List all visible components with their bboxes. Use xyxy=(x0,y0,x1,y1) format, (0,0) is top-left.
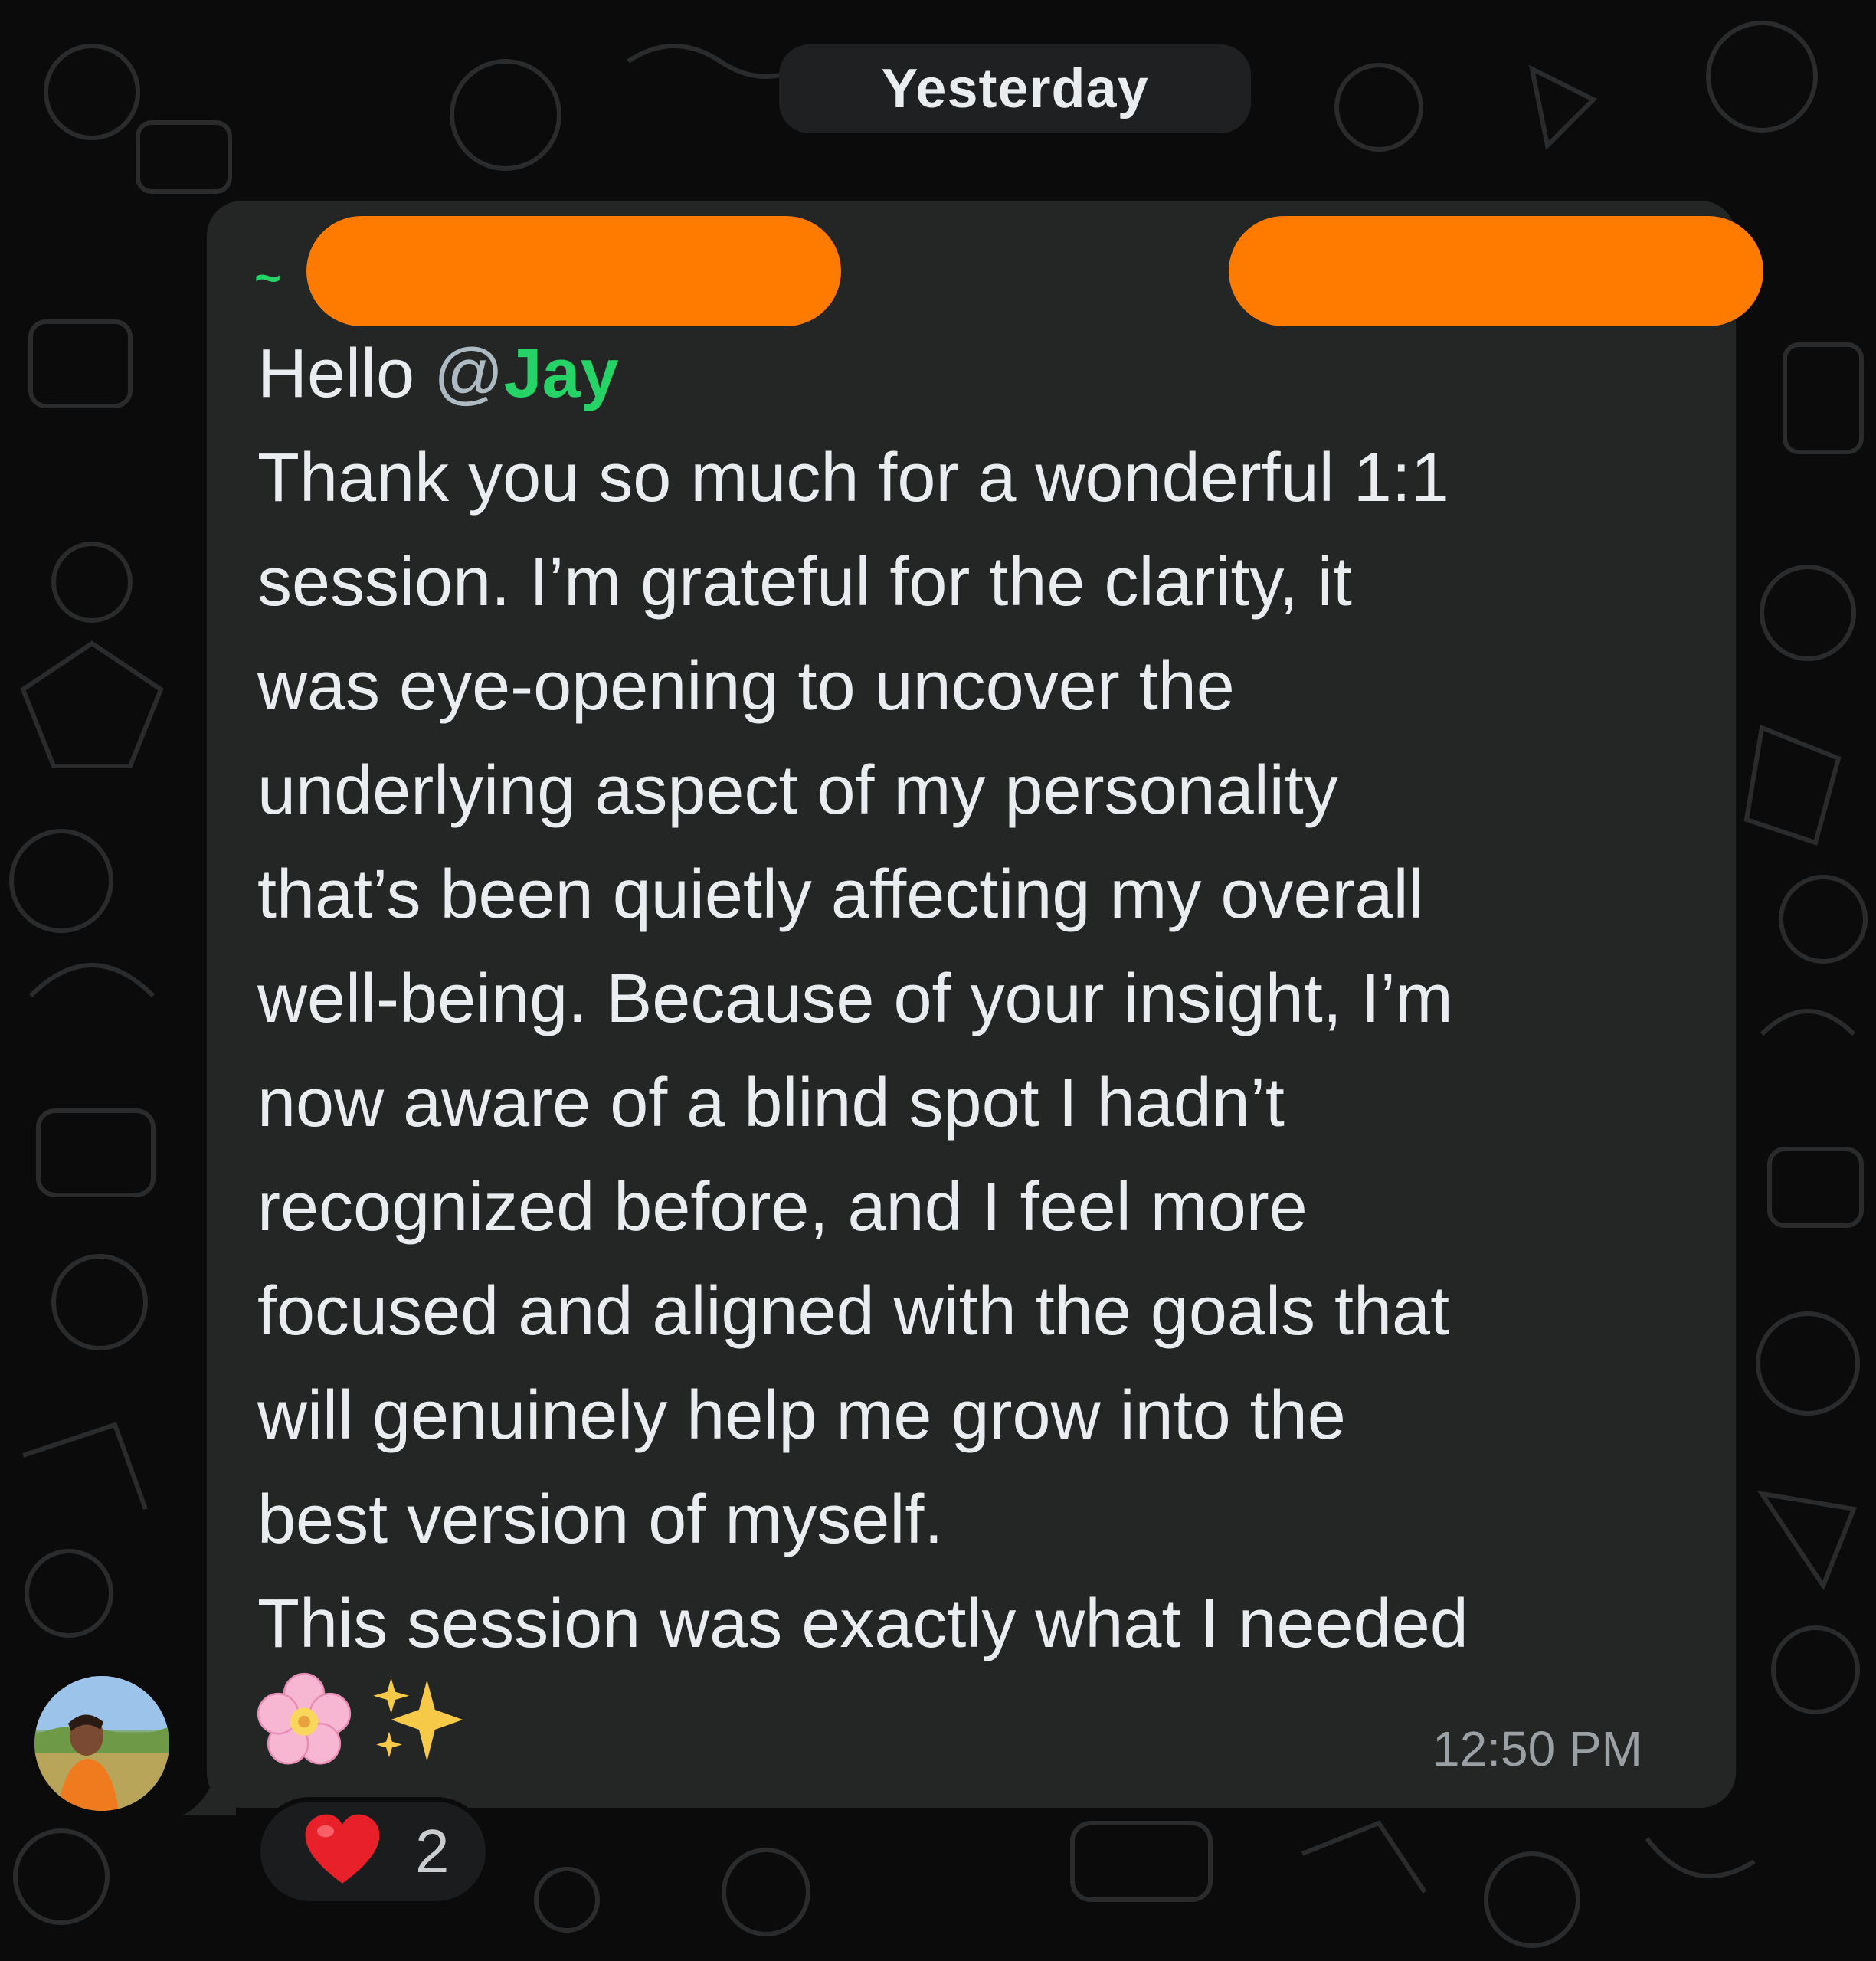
cherry-blossom-icon xyxy=(257,1672,352,1765)
sender-header: ~ xyxy=(254,208,1763,326)
reaction-count: 2 xyxy=(415,1817,450,1885)
message-line: was eye-opening to uncover the xyxy=(257,648,1235,725)
sender-prefix: ~ xyxy=(254,252,282,303)
message-line: underlying aspect of my personality xyxy=(257,752,1338,829)
message-line: session. I’m grateful for the clarity, i… xyxy=(257,544,1352,620)
message-line: will genuinely help me grow into the xyxy=(257,1377,1346,1454)
message-line: focused and aligned with the goals that xyxy=(257,1273,1450,1350)
message-line: now aware of a blind spot I hadn’t xyxy=(257,1065,1285,1141)
message-line: that’s been quietly affecting my overall xyxy=(257,856,1424,933)
redacted-sender-name xyxy=(306,216,841,326)
message-emojis xyxy=(254,1670,469,1769)
message-line: well-being. Because of your insight, I’m xyxy=(257,961,1453,1037)
message-timestamp: 12:50 PM xyxy=(1432,1721,1642,1776)
reaction-pill[interactable]: 2 xyxy=(256,1797,490,1906)
date-divider: Yesterday xyxy=(779,44,1251,133)
greeting-text: Hello xyxy=(257,336,434,412)
sparkles-icon xyxy=(373,1678,463,1762)
redacted-sender-phone xyxy=(1229,216,1763,326)
mention-at[interactable]: @ xyxy=(434,336,503,412)
message-line: best version of myself. xyxy=(257,1481,944,1558)
message-greeting-line: Hello @Jay xyxy=(257,322,1698,426)
sender-avatar[interactable] xyxy=(34,1676,169,1811)
red-heart-icon xyxy=(305,1814,380,1884)
message-text: Hello @Jay Thank you so much for a wonde… xyxy=(257,322,1698,1676)
message-line: This session was exactly what I needed xyxy=(257,1586,1468,1662)
message-line: recognized before, and I feel more xyxy=(257,1169,1308,1246)
mention-jay[interactable]: Jay xyxy=(503,336,618,412)
message-line: Thank you so much for a wonderful 1:1 xyxy=(257,440,1449,516)
